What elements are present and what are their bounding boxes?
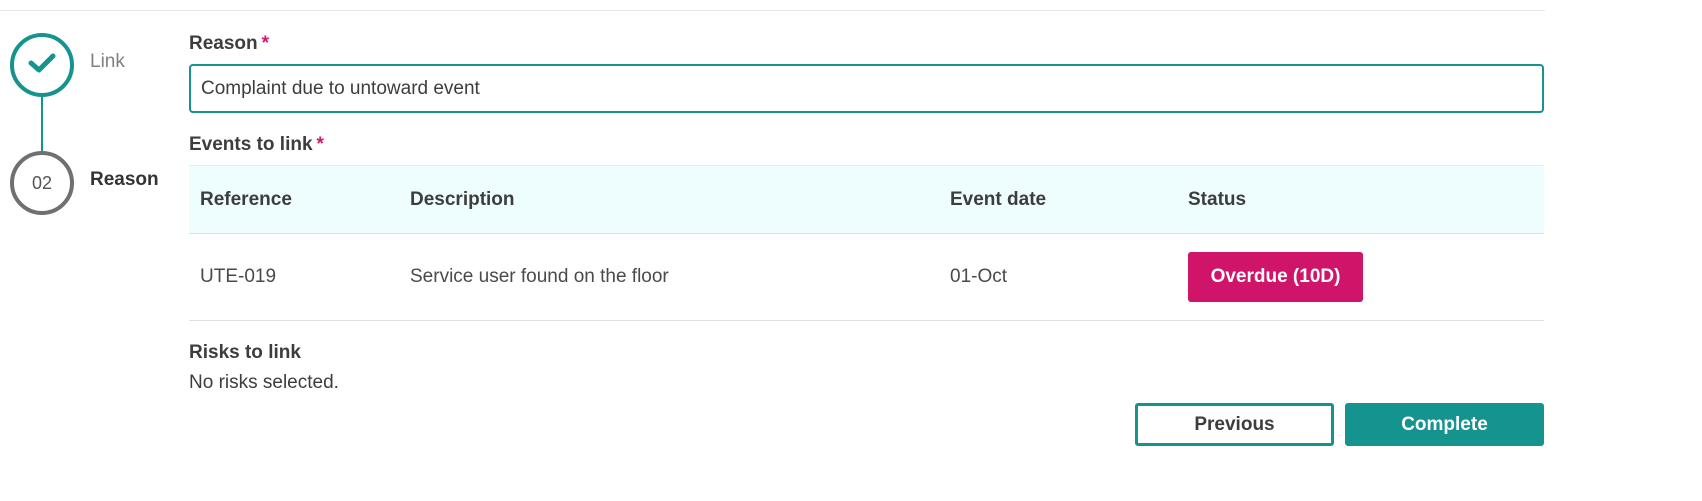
event-status-cell: Overdue (10D)	[1188, 234, 1363, 320]
step-1-indicator[interactable]	[10, 33, 74, 97]
required-marker: *	[261, 33, 270, 54]
status-badge: Overdue (10D)	[1188, 252, 1363, 302]
events-label: Events to link *	[189, 134, 324, 156]
event-date: 01-Oct	[950, 266, 1008, 287]
event-description: Service user found on the floor	[410, 266, 669, 287]
step-connector	[41, 96, 43, 152]
step-2-number: 02	[31, 172, 53, 193]
step-2-label: Reason	[90, 169, 159, 190]
complete-button[interactable]: Complete	[1345, 403, 1544, 446]
reason-label: Reason *	[189, 33, 269, 55]
check-icon	[28, 52, 56, 79]
table-header: Reference Description Event date Status	[189, 165, 1544, 234]
step-2-indicator: 02	[10, 151, 74, 215]
column-header-reference: Reference	[200, 188, 292, 210]
table-row[interactable]: UTE-019 Service user found on the floor …	[189, 234, 1544, 321]
wizard-stepper: Link 02 Reason	[0, 0, 190, 501]
required-marker: *	[316, 134, 324, 155]
previous-button[interactable]: Previous	[1135, 403, 1334, 446]
column-header-description: Description	[410, 188, 515, 210]
risks-label: Risks to link	[189, 342, 301, 363]
risks-empty-message: No risks selected.	[189, 372, 339, 393]
reason-input[interactable]	[189, 64, 1544, 113]
column-header-status: Status	[1188, 188, 1247, 210]
reason-label-text: Reason	[189, 33, 258, 54]
step-1-label[interactable]: Link	[90, 51, 125, 73]
column-header-event-date: Event date	[950, 188, 1047, 210]
events-label-text: Events to link	[189, 134, 313, 155]
event-reference: UTE-019	[200, 266, 277, 287]
top-divider	[0, 10, 1545, 11]
events-table: Reference Description Event date Status …	[189, 165, 1544, 321]
